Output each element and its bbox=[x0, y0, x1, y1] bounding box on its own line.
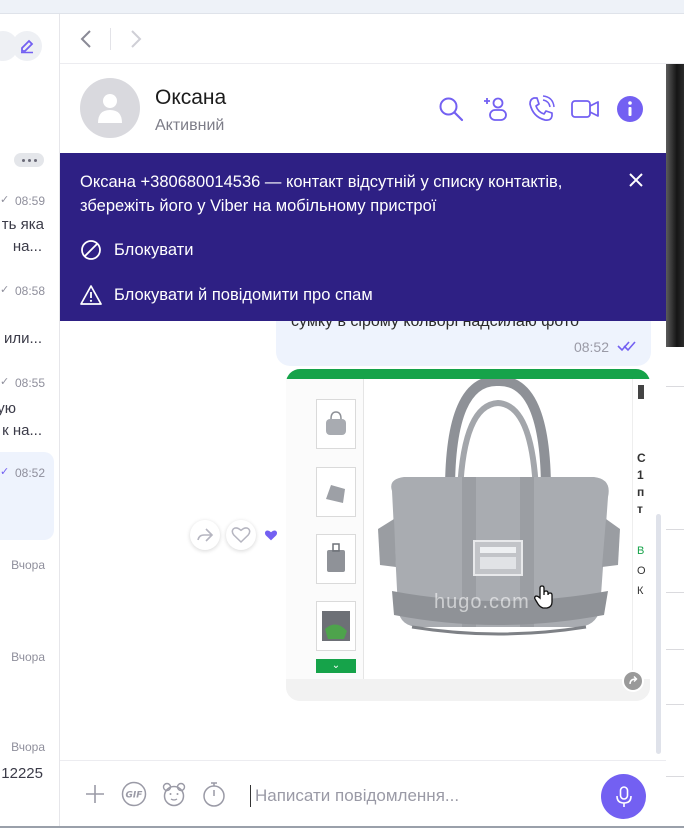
forward-button[interactable] bbox=[190, 520, 220, 550]
gif-icon: GIF bbox=[121, 781, 147, 807]
background-window-edge bbox=[666, 64, 684, 828]
image-bottom-strip bbox=[286, 679, 650, 701]
read-receipt-icon bbox=[617, 339, 637, 355]
chat-list-item[interactable]: Вчора 12225 bbox=[0, 736, 59, 806]
add-participant-icon bbox=[484, 97, 507, 121]
chat-header: Оксана Активний bbox=[60, 64, 666, 154]
contact-name[interactable]: Оксана bbox=[155, 86, 226, 110]
plus-icon bbox=[86, 785, 104, 803]
scrollbar[interactable] bbox=[656, 514, 661, 754]
image-thumbnail-column: ⌄ bbox=[286, 379, 364, 679]
image-watermark: hugo.com bbox=[434, 591, 530, 613]
chat-time: Вчора bbox=[11, 558, 45, 572]
attach-button[interactable] bbox=[82, 781, 108, 807]
thumbnail-scroll-down[interactable]: ⌄ bbox=[316, 659, 356, 673]
microphone-icon bbox=[615, 785, 632, 807]
voice-message-button[interactable] bbox=[601, 774, 646, 819]
sticker-button[interactable] bbox=[161, 781, 187, 807]
chat-preview-line: или... bbox=[3, 330, 42, 347]
block-label: Блокувати bbox=[114, 240, 194, 259]
forward-icon bbox=[629, 676, 638, 685]
info-button[interactable] bbox=[615, 94, 645, 124]
image-top-bar bbox=[286, 369, 650, 379]
voice-call-icon bbox=[529, 95, 555, 122]
chat-preview-line: ть яка bbox=[1, 216, 44, 233]
search-icon bbox=[439, 97, 464, 122]
heart-icon[interactable] bbox=[262, 520, 280, 550]
forward-button[interactable] bbox=[124, 27, 146, 51]
chat-preview-line: ую bbox=[0, 400, 16, 417]
video-call-icon bbox=[571, 100, 599, 118]
voice-call-button[interactable] bbox=[526, 94, 556, 124]
search-button[interactable] bbox=[436, 94, 466, 124]
chat-list-item[interactable]: ✓ 08:58 или... bbox=[0, 280, 59, 350]
block-spam-label: Блокувати й повідомити про спам bbox=[114, 285, 373, 304]
message-time: 08:52 bbox=[573, 339, 609, 355]
chat-list-item[interactable]: ✓ 08:59 ть яка на... bbox=[0, 190, 59, 260]
timer-button[interactable] bbox=[201, 781, 227, 807]
svg-text:GIF: GIF bbox=[126, 791, 144, 801]
chevron-left-icon bbox=[80, 30, 91, 48]
unknown-contact-banner: Оксана +380680014536 — контакт відсутній… bbox=[60, 153, 666, 321]
block-icon bbox=[81, 240, 101, 260]
chat-time: Вчора bbox=[11, 650, 45, 664]
chat-preview-line: 12225 bbox=[1, 765, 43, 782]
info-icon bbox=[617, 96, 643, 122]
timer-icon bbox=[203, 782, 225, 807]
chat-time: Вчора bbox=[11, 740, 45, 754]
nav-separator bbox=[110, 28, 111, 50]
chat-list-panel: ✓ 08:59 ть яка на... ✓ 08:58 или... ✓ 08… bbox=[0, 14, 60, 828]
chat-preview-line: на... bbox=[12, 238, 42, 255]
more-dots-icon[interactable] bbox=[14, 153, 44, 167]
chat-list-item-active[interactable]: ✓ 08:52 bbox=[0, 452, 54, 540]
avatar[interactable] bbox=[80, 78, 140, 138]
chat-time: 08:59 bbox=[14, 194, 45, 208]
chat-preview-line: к на... bbox=[2, 422, 42, 439]
close-icon bbox=[629, 173, 643, 187]
message-actions bbox=[190, 520, 280, 550]
gif-button[interactable]: GIF bbox=[121, 781, 147, 807]
chat-list-item[interactable]: Вчора bbox=[0, 646, 59, 716]
contact-status: Активний bbox=[155, 117, 225, 134]
share-arrow-icon bbox=[197, 528, 214, 542]
new-chat-button[interactable] bbox=[12, 31, 42, 61]
user-silhouette-icon bbox=[98, 94, 122, 123]
video-call-button[interactable] bbox=[570, 94, 600, 124]
chat-time: 08:55 bbox=[14, 376, 45, 390]
warning-icon bbox=[80, 285, 102, 305]
chat-list-item[interactable]: ✓ 08:55 ую к на... bbox=[0, 372, 59, 442]
hand-cursor-icon bbox=[534, 585, 553, 609]
heart-outline-icon bbox=[231, 527, 251, 544]
react-button[interactable] bbox=[226, 520, 256, 550]
back-button[interactable] bbox=[76, 27, 98, 51]
product-photo: hugo.com bbox=[364, 376, 632, 679]
banner-close-button[interactable] bbox=[623, 167, 649, 193]
chevron-right-icon bbox=[131, 30, 142, 48]
navigation-bar bbox=[60, 14, 684, 64]
chat-list-item[interactable]: Вчора bbox=[0, 554, 59, 624]
thumbnail bbox=[316, 467, 356, 517]
sticker-icon bbox=[162, 782, 186, 807]
chat-time: 08:58 bbox=[14, 284, 45, 298]
forwarded-badge[interactable] bbox=[622, 670, 644, 692]
thumbnail bbox=[316, 399, 356, 449]
chat-time: 08:52 bbox=[14, 466, 45, 480]
window-top-strip bbox=[0, 0, 684, 14]
banner-message: Оксана +380680014536 — контакт відсутній… bbox=[80, 173, 563, 215]
block-and-report-spam-button[interactable]: Блокувати й повідомити про спам bbox=[80, 282, 373, 308]
viber-window: ✓ 08:59 ть яка на... ✓ 08:58 или... ✓ 08… bbox=[0, 0, 684, 828]
image-side-text: С 1 п т В О К bbox=[632, 379, 650, 679]
image-message[interactable]: ⌄ hugo.com С 1 п т В О К bbox=[286, 369, 650, 701]
message-input[interactable] bbox=[250, 785, 590, 807]
thumbnail bbox=[316, 534, 356, 584]
block-button[interactable]: Блокувати bbox=[80, 237, 193, 263]
message-composer: GIF bbox=[60, 760, 666, 828]
add-participant-button[interactable] bbox=[481, 94, 511, 124]
thumbnail bbox=[316, 601, 356, 651]
compose-icon bbox=[21, 39, 34, 54]
